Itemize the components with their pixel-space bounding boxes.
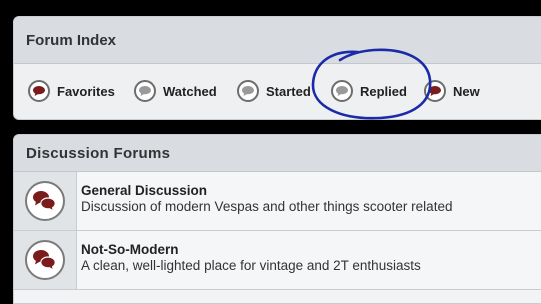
double-speech-bubble-red-icon — [25, 181, 65, 221]
tab-favorites[interactable]: Favorites — [28, 78, 115, 104]
discussion-forums-title: Discussion Forums — [14, 135, 541, 172]
forum-index-title: Forum Index — [14, 17, 541, 64]
forum-row-general-discussion[interactable]: General Discussion Discussion of modern … — [14, 172, 541, 231]
forum-tabs: Favorites Watched Started Replied New — [14, 64, 541, 119]
tab-replied[interactable]: Replied — [331, 78, 407, 104]
tab-new[interactable]: New — [424, 78, 480, 104]
tab-started-label: Started — [266, 83, 311, 99]
tab-new-label: New — [453, 83, 480, 99]
forum-title-link[interactable]: General Discussion — [81, 183, 452, 198]
double-speech-bubble-red-icon — [25, 240, 65, 280]
speech-bubble-red-icon — [424, 80, 446, 102]
tab-replied-label: Replied — [360, 83, 407, 99]
forum-description: A clean, well-lighted place for vintage … — [81, 258, 421, 273]
speech-bubble-gray-icon — [134, 80, 156, 102]
speech-bubble-gray-icon — [237, 80, 259, 102]
forum-index-panel: Forum Index Favorites Watched Started Re… — [13, 16, 541, 120]
forum-title-link[interactable]: Not-So-Modern — [81, 242, 421, 257]
forum-row-icon-cell — [14, 231, 77, 289]
forum-row-icon-cell — [14, 172, 77, 230]
tab-started[interactable]: Started — [237, 78, 311, 104]
forum-row-not-so-modern[interactable]: Not-So-Modern A clean, well-lighted plac… — [14, 231, 541, 290]
speech-bubble-gray-icon — [331, 80, 353, 102]
discussion-forums-panel: Discussion Forums General Discussion Dis… — [13, 134, 541, 304]
tab-watched[interactable]: Watched — [134, 78, 217, 104]
speech-bubble-red-icon — [28, 80, 50, 102]
forum-description: Discussion of modern Vespas and other th… — [81, 199, 453, 214]
tab-favorites-label: Favorites — [57, 83, 115, 99]
tab-watched-label: Watched — [163, 83, 217, 99]
